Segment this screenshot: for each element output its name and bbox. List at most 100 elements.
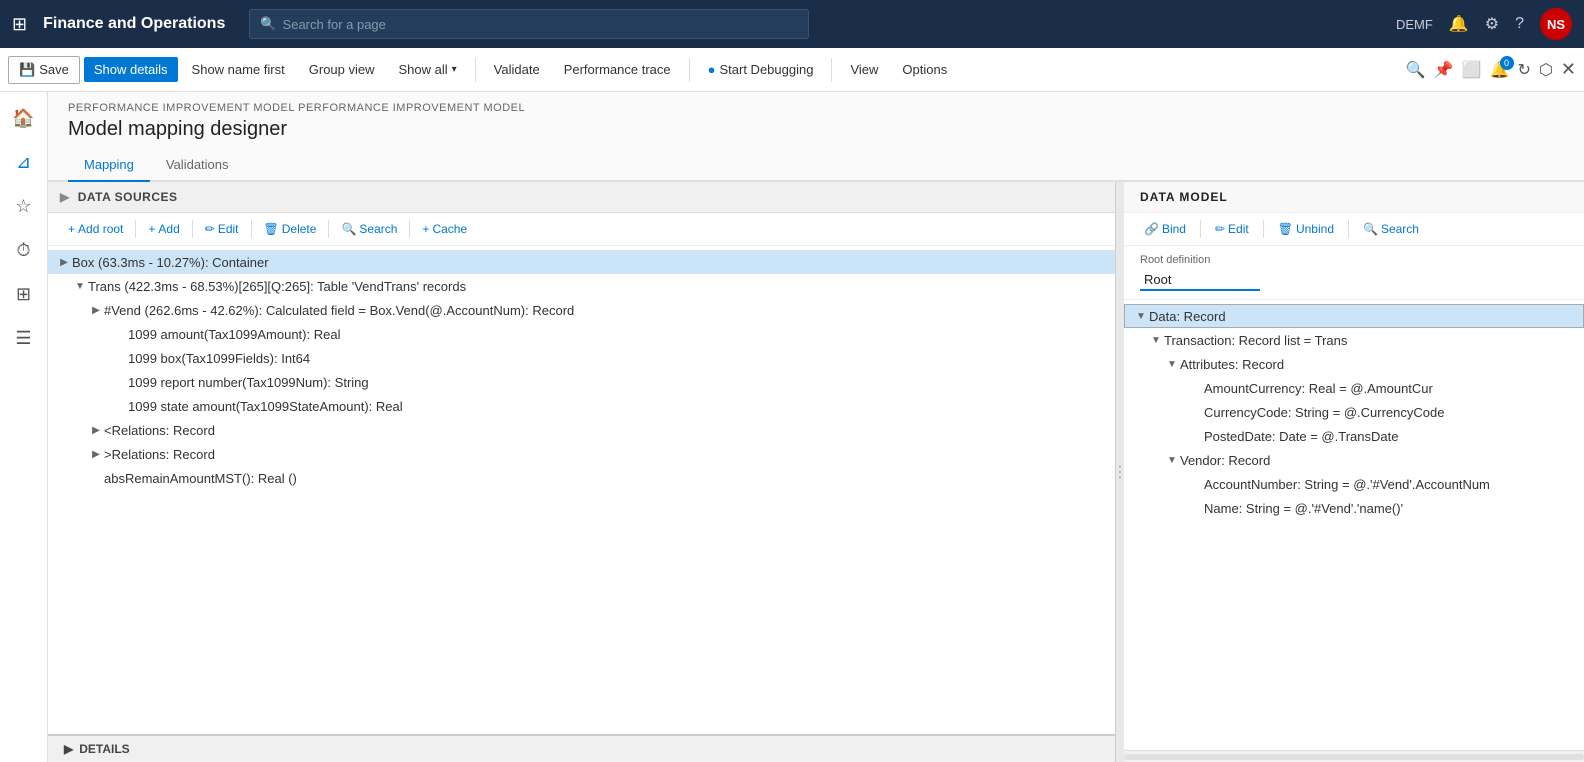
designer-area: ▶ DATA SOURCES + Add root + Add — [48, 182, 1584, 762]
dm-tree-row[interactable]: ▼ Transaction: Record list = Trans — [1124, 328, 1584, 352]
expand-icon[interactable]: ▶ — [88, 449, 104, 460]
details-section: ▶ DETAILS — [48, 735, 1115, 762]
toolbar-close-icon[interactable]: ✕ — [1561, 59, 1576, 80]
left-nav: 🏠 ⊿ ☆ ⏱ ⊞ ☰ — [0, 92, 48, 762]
root-definition-label: Root definition — [1140, 254, 1568, 266]
tree-row[interactable]: ▶ #Vend (262.6ms - 42.62%): Calculated f… — [48, 298, 1115, 322]
dm-tree-row[interactable]: ▼ Data: Record — [1124, 304, 1584, 328]
tree-row[interactable]: 1099 box(Tax1099Fields): Int64 — [48, 346, 1115, 370]
dm-search-btn[interactable]: 🔍 Search — [1355, 219, 1427, 239]
nav-list-icon[interactable]: ☰ — [6, 320, 42, 356]
toolbar: 💾 Save Show details Show name first Grou… — [0, 48, 1584, 92]
dm-expand-icon[interactable]: ▼ — [1164, 455, 1180, 466]
data-sources-header: ▶ DATA SOURCES — [48, 182, 1115, 213]
search-icon: 🔍 — [260, 16, 276, 32]
top-nav-right: DEMF 🔔 ⚙ ? NS — [1396, 8, 1572, 40]
toolbar-separator-3 — [831, 58, 832, 82]
nav-home-icon[interactable]: 🏠 — [6, 100, 42, 136]
tree-row[interactable]: 1099 amount(Tax1099Amount): Real — [48, 322, 1115, 346]
dm-expand-icon[interactable]: ▼ — [1164, 359, 1180, 370]
tree-row[interactable]: ▶ <Relations: Record — [48, 418, 1115, 442]
dm-expand-icon[interactable]: ▼ — [1148, 335, 1164, 346]
ds-search-btn[interactable]: 🔍 Search — [333, 219, 405, 239]
nav-modules-icon[interactable]: ⊞ — [6, 276, 42, 312]
root-definition-input[interactable] — [1140, 270, 1260, 291]
expand-icon[interactable]: ▼ — [72, 281, 88, 292]
dm-expand-icon[interactable]: ▼ — [1133, 311, 1149, 322]
dm-tree-row[interactable]: CurrencyCode: String = @.CurrencyCode — [1124, 400, 1584, 424]
top-nav: ⊞ Finance and Operations 🔍 DEMF 🔔 ⚙ ? NS — [0, 0, 1584, 48]
data-sources-panel: ▶ DATA SOURCES + Add root + Add — [48, 182, 1116, 762]
show-name-first-button[interactable]: Show name first — [182, 57, 295, 82]
dm-tree-row[interactable]: AccountNumber: String = @.'#Vend'.Accoun… — [1124, 472, 1584, 496]
dm-tree: ▼ Data: Record ▼ Transaction: Record lis… — [1124, 300, 1584, 750]
toolbar-pin-icon[interactable]: 📌 — [1434, 60, 1454, 80]
toolbar-extension-icon[interactable]: ⬜ — [1462, 60, 1482, 80]
ds-add-btn[interactable]: + Add — [140, 219, 187, 239]
settings-icon[interactable]: ⚙ — [1485, 14, 1499, 34]
panel-resize-handle[interactable] — [1116, 182, 1124, 762]
tree-row[interactable]: absRemainAmountMST(): Real () — [48, 466, 1115, 490]
tab-mapping[interactable]: Mapping — [68, 149, 150, 182]
toolbar-separator-1 — [475, 58, 476, 82]
page-title: Model mapping designer — [48, 114, 1584, 149]
nav-recent-icon[interactable]: ⏱ — [6, 232, 42, 268]
dm-bind-btn[interactable]: 🔗 Bind — [1136, 219, 1194, 239]
ds-edit-btn[interactable]: ✏ Edit — [197, 219, 247, 239]
ds-delete-btn[interactable]: 🗑 Delete — [256, 219, 325, 239]
group-view-button[interactable]: Group view — [299, 57, 385, 82]
nav-favorites-icon[interactable]: ☆ — [6, 188, 42, 224]
content-area: PERFORMANCE IMPROVEMENT MODEL PERFORMANC… — [48, 92, 1584, 762]
show-all-dropdown-arrow: ▾ — [452, 64, 457, 75]
save-button[interactable]: 💾 Save — [8, 56, 80, 84]
root-definition: Root definition — [1124, 246, 1584, 300]
dm-unbind-btn[interactable]: 🗑 Unbind — [1270, 219, 1342, 239]
tree-row[interactable]: 1099 state amount(Tax1099StateAmount): R… — [48, 394, 1115, 418]
nav-filter-icon[interactable]: ⊿ — [6, 144, 42, 180]
details-expand-btn[interactable]: ▶ — [64, 742, 73, 756]
options-button[interactable]: Options — [892, 57, 957, 82]
tree-row[interactable]: ▶ Box (63.3ms - 10.27%): Container — [48, 250, 1115, 274]
tree-row[interactable]: ▼ Trans (422.3ms - 68.53%)[265][Q:265]: … — [48, 274, 1115, 298]
tree-row[interactable]: ▶ >Relations: Record — [48, 442, 1115, 466]
validate-button[interactable]: Validate — [484, 57, 550, 82]
dm-tree-row[interactable]: ▼ Attributes: Record — [1124, 352, 1584, 376]
avatar[interactable]: NS — [1540, 8, 1572, 40]
dm-edit-btn[interactable]: ✏ Edit — [1207, 219, 1257, 239]
dm-tree-row[interactable]: PostedDate: Date = @.TransDate — [1124, 424, 1584, 448]
tabs-bar: Mapping Validations — [48, 149, 1584, 182]
global-search-bar[interactable]: 🔍 — [249, 9, 809, 39]
show-all-button[interactable]: Show all ▾ — [389, 57, 467, 82]
grid-icon[interactable]: ⊞ — [12, 14, 27, 35]
expand-icon[interactable]: ▶ — [88, 425, 104, 436]
ds-add-root-btn[interactable]: + Add root — [60, 219, 131, 239]
help-icon[interactable]: ? — [1515, 15, 1524, 33]
expand-icon[interactable]: ▶ — [88, 305, 104, 316]
dm-toolbar: 🔗 Bind ✏ Edit 🗑 Unbind 🔍 — [1124, 213, 1584, 246]
ds-collapse-btn[interactable]: ▶ — [60, 190, 70, 204]
dm-tree-row[interactable]: ▼ Vendor: Record — [1124, 448, 1584, 472]
show-details-button[interactable]: Show details — [84, 57, 178, 82]
tree-row[interactable]: 1099 report number(Tax1099Num): String — [48, 370, 1115, 394]
performance-trace-button[interactable]: Performance trace — [554, 57, 681, 82]
breadcrumb: PERFORMANCE IMPROVEMENT MODEL PERFORMANC… — [48, 92, 1584, 114]
ds-cache-btn[interactable]: + Cache — [414, 219, 475, 239]
tab-validations[interactable]: Validations — [150, 149, 245, 182]
expand-icon[interactable]: ▶ — [56, 257, 72, 268]
ds-toolbar: + Add root + Add ✏ Edit 🗑 — [48, 213, 1115, 246]
toolbar-search-icon[interactable]: 🔍 — [1406, 60, 1426, 80]
dm-tree-row[interactable]: AmountCurrency: Real = @.AmountCur — [1124, 376, 1584, 400]
user-label: DEMF — [1396, 17, 1433, 32]
toolbar-open-icon[interactable]: ⬡ — [1539, 60, 1553, 80]
toolbar-badge-icon[interactable]: 🔔0 — [1490, 60, 1510, 80]
dm-tree-row[interactable]: Name: String = @.'#Vend'.'name()' — [1124, 496, 1584, 520]
app-title: Finance and Operations — [43, 15, 225, 33]
start-debugging-button[interactable]: ● Start Debugging — [698, 57, 824, 82]
toolbar-refresh-icon[interactable]: ↻ — [1518, 60, 1531, 80]
save-icon: 💾 — [19, 62, 35, 78]
notification-icon[interactable]: 🔔 — [1449, 14, 1469, 34]
toolbar-separator-2 — [689, 58, 690, 82]
search-input[interactable] — [283, 17, 799, 32]
ds-tree: ▶ Box (63.3ms - 10.27%): Container ▼ Tra… — [48, 246, 1115, 734]
view-button[interactable]: View — [840, 57, 888, 82]
